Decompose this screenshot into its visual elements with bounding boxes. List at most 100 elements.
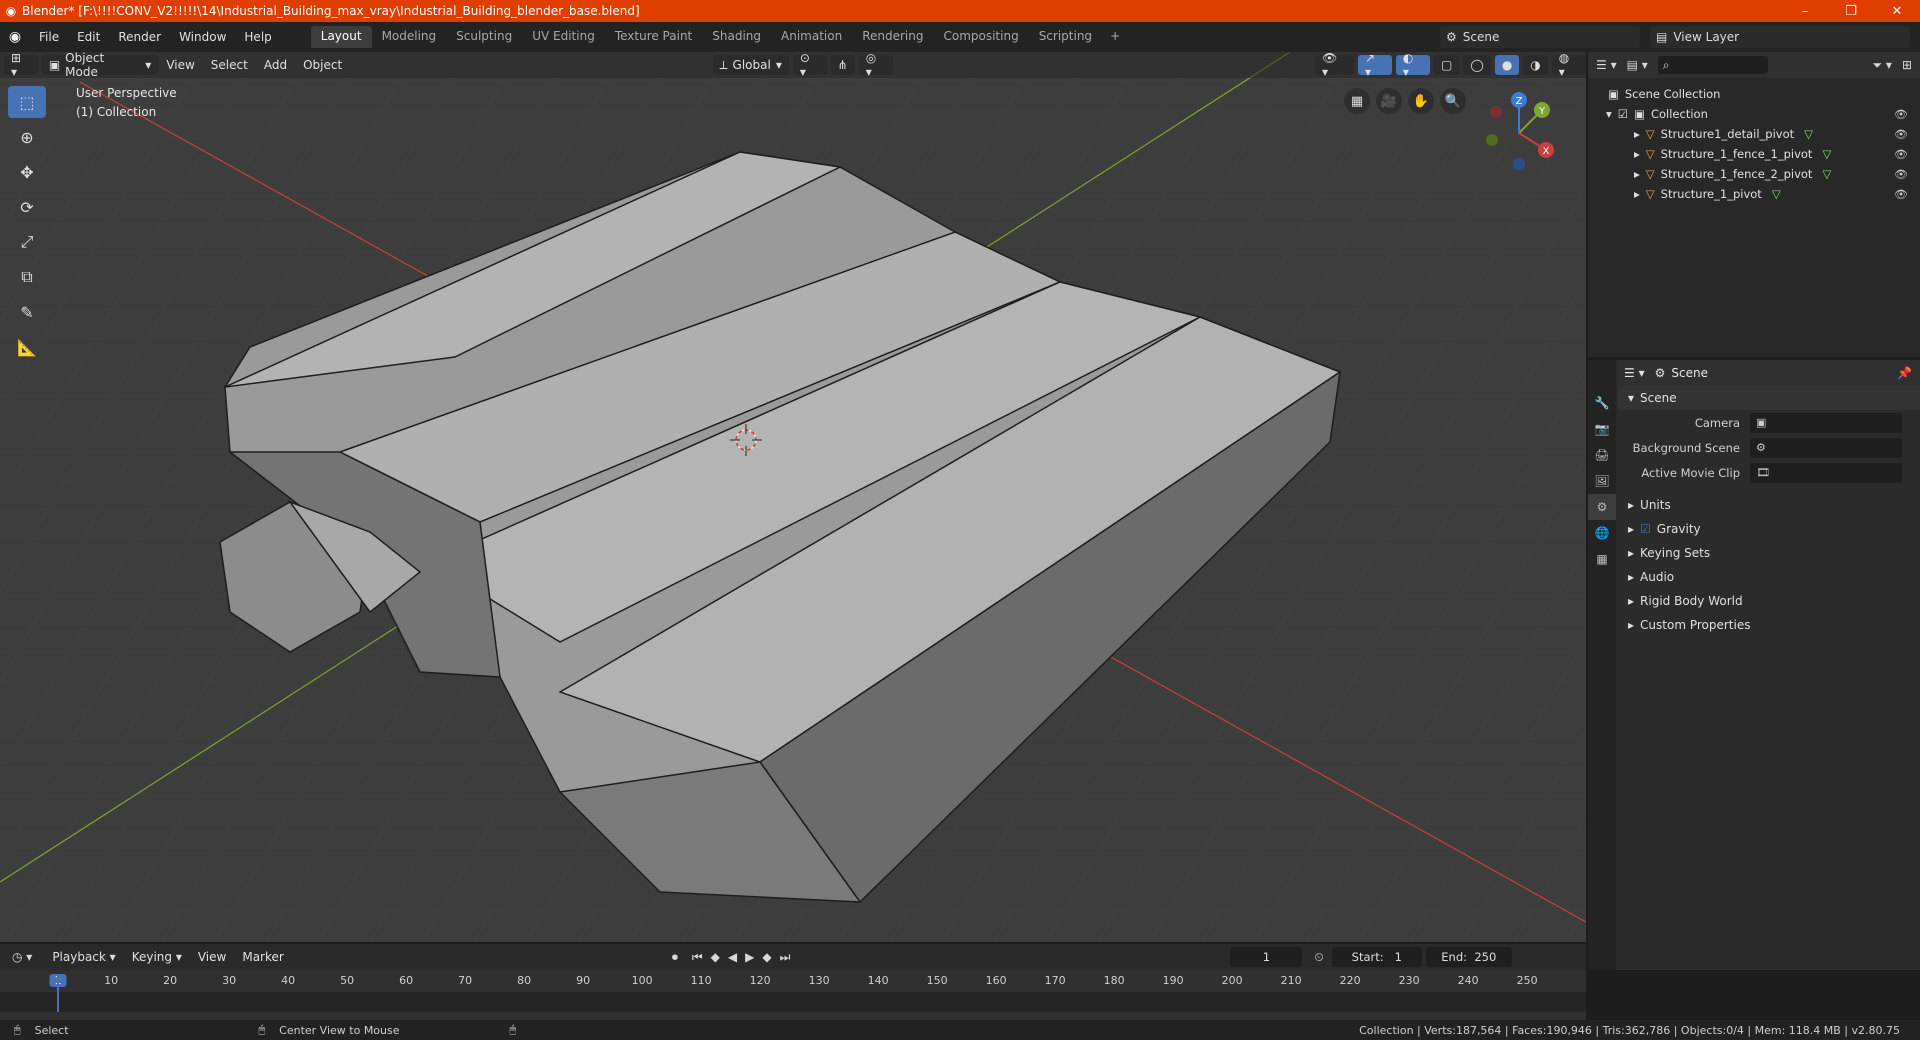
render-tab-icon[interactable]: 📷 <box>1588 416 1616 442</box>
measure-tool-icon[interactable]: 📐 <box>8 331 46 363</box>
shading-material-button[interactable]: ◑ <box>1523 55 1548 75</box>
outliner-scene-collection[interactable]: ▣ Scene Collection <box>1588 84 1920 104</box>
visibility-eye-icon[interactable]: 👁 <box>1894 108 1908 121</box>
transform-tool-icon[interactable]: ⧉ <box>8 261 46 293</box>
expand-arrow-icon[interactable]: ▸ <box>1634 147 1640 161</box>
close-button[interactable]: ✕ <box>1874 4 1920 19</box>
snap-toggle-button[interactable]: ⋔ <box>830 55 855 75</box>
select-box-icon[interactable]: ⬚ <box>8 86 46 118</box>
viewport-menu-add[interactable]: Add <box>256 58 295 72</box>
outliner-object[interactable]: ▸ ▽ Structure_1_fence_2_pivot ▽ 👁 <box>1588 164 1920 184</box>
prev-keyframe-icon[interactable]: ◆ <box>711 950 720 964</box>
menu-window[interactable]: Window <box>170 30 235 44</box>
object-mode-dropdown[interactable]: ▣ Object Mode ▾ <box>41 52 159 79</box>
tab-shading[interactable]: Shading <box>702 26 771 48</box>
jump-start-icon[interactable]: ⏮ <box>692 950 703 965</box>
outliner-collection[interactable]: ▾ ☑ ▣ Collection 👁 <box>1588 104 1920 124</box>
outliner-editor-icon[interactable]: ☰ ▾ <box>1596 58 1617 72</box>
scene-selector[interactable]: ⚙ Scene <box>1440 26 1640 48</box>
play-reverse-icon[interactable]: ◀ <box>728 950 737 964</box>
tool-tab-icon[interactable]: 🔧 <box>1588 390 1616 416</box>
output-tab-icon[interactable]: 🖨 <box>1588 442 1616 468</box>
visibility-eye-icon[interactable]: 👁 <box>1894 148 1908 161</box>
gravity-checkbox[interactable]: ☑ <box>1640 522 1651 536</box>
custom-properties-panel[interactable]: ▸ Custom Properties <box>1618 613 1920 637</box>
texture-tab-icon[interactable]: ▦ <box>1588 546 1616 572</box>
cursor-tool-icon[interactable]: ⊕ <box>8 121 46 153</box>
expand-arrow-icon[interactable]: ▾ <box>1606 107 1612 121</box>
camera-view-icon[interactable]: 🎥 <box>1376 88 1402 114</box>
timeline-menu-marker[interactable]: Marker <box>234 950 291 964</box>
add-workspace-icon[interactable]: + <box>1102 26 1128 48</box>
tab-modeling[interactable]: Modeling <box>372 26 447 48</box>
audio-panel[interactable]: ▸ Audio <box>1618 565 1920 589</box>
annotate-tool-icon[interactable]: ✎ <box>8 296 46 328</box>
collection-checkbox[interactable]: ☑ <box>1618 107 1628 121</box>
visibility-eye-icon[interactable]: 👁 <box>1894 128 1908 141</box>
transform-orientation-dropdown[interactable]: ⟂ Global ▾ <box>712 55 789 75</box>
new-collection-icon[interactable]: ⊞ <box>1902 58 1912 72</box>
rotate-tool-icon[interactable]: ⟳ <box>8 191 46 223</box>
tab-texture-paint[interactable]: Texture Paint <box>605 26 702 48</box>
tab-layout[interactable]: Layout <box>310 26 372 48</box>
expand-arrow-icon[interactable]: ▸ <box>1634 127 1640 141</box>
viewport-menu-object[interactable]: Object <box>295 58 350 72</box>
timeline-menu-playback[interactable]: Playback ▾ <box>44 950 123 964</box>
tab-animation[interactable]: Animation <box>771 26 852 48</box>
camera-field[interactable]: ▣ <box>1750 412 1902 433</box>
movie-clip-field[interactable]: 🎞 <box>1750 462 1902 483</box>
tab-compositing[interactable]: Compositing <box>933 26 1028 48</box>
view-layer-tab-icon[interactable]: 🖼 <box>1588 468 1616 494</box>
menu-help[interactable]: Help <box>235 30 280 44</box>
restore-button[interactable]: ❐ <box>1828 4 1874 19</box>
shading-rendered-button[interactable]: ◍ ▾ <box>1551 52 1586 79</box>
menu-file[interactable]: File <box>30 30 68 44</box>
expand-arrow-icon[interactable]: ▸ <box>1634 167 1640 181</box>
frame-ruler[interactable]: 1102030405060708090100110120130140150160… <box>0 974 1586 992</box>
expand-arrow-icon[interactable]: ▸ <box>1634 187 1640 201</box>
navigation-gizmo[interactable]: X Y Z <box>1474 88 1564 178</box>
viewport-menu-select[interactable]: Select <box>203 58 256 72</box>
scale-tool-icon[interactable]: ⤢ <box>8 226 46 258</box>
overlay-toggle-button[interactable]: ◐ ▾ <box>1395 52 1431 79</box>
world-tab-icon[interactable]: 🌐 <box>1588 520 1616 546</box>
gizmo-toggle-button[interactable]: ↗ ▾ <box>1358 52 1392 79</box>
jump-end-icon[interactable]: ⏭ <box>780 950 791 965</box>
visibility-eye-icon[interactable]: 👁 <box>1894 168 1908 181</box>
record-button[interactable]: ⏺ <box>672 950 678 965</box>
move-tool-icon[interactable]: ✥ <box>8 156 46 188</box>
grid-view-icon[interactable]: ▦ <box>1344 88 1370 114</box>
visibility-button[interactable]: 👁 ▾ <box>1315 52 1354 79</box>
next-keyframe-icon[interactable]: ◆ <box>762 950 771 964</box>
units-panel[interactable]: ▸ Units <box>1618 493 1920 517</box>
3d-viewport[interactable]: ⊞ ▾ ▣ Object Mode ▾ View Select Add Obje… <box>0 52 1586 942</box>
menu-render[interactable]: Render <box>109 30 170 44</box>
visibility-eye-icon[interactable]: 👁 <box>1894 188 1908 201</box>
search-input[interactable]: ⌕ <box>1657 56 1768 74</box>
end-frame-field[interactable]: End: 250 <box>1425 947 1512 967</box>
play-icon[interactable]: ▶ <box>745 950 754 964</box>
outliner-object[interactable]: ▸ ▽ Structure1_detail_pivot ▽ 👁 <box>1588 124 1920 144</box>
gravity-panel[interactable]: ▸ ☑ Gravity <box>1618 517 1920 541</box>
pivot-point-button[interactable]: ⊙ ▾ <box>792 52 827 79</box>
clock-icon[interactable]: ⏲ <box>1314 950 1323 965</box>
filter-icon[interactable]: ⏷ ▾ <box>1872 58 1891 73</box>
scene-tab-icon[interactable]: ⚙ <box>1588 494 1616 520</box>
pin-icon[interactable]: 📌 <box>1897 366 1912 380</box>
properties-editor-icon[interactable]: ☰ ▾ <box>1624 366 1645 380</box>
keying-sets-panel[interactable]: ▸ Keying Sets <box>1618 541 1920 565</box>
shading-solid-button[interactable]: ● <box>1494 55 1520 75</box>
timeline-track[interactable] <box>0 974 1586 1012</box>
scene-section-header[interactable]: ▾ Scene <box>1618 386 1920 410</box>
menu-edit[interactable]: Edit <box>68 30 109 44</box>
outliner-object[interactable]: ▸ ▽ Structure_1_pivot ▽ 👁 <box>1588 184 1920 204</box>
editor-type-button[interactable]: ⊞ ▾ <box>4 52 38 79</box>
tab-rendering[interactable]: Rendering <box>852 26 933 48</box>
timeline-menu-keying[interactable]: Keying ▾ <box>124 950 190 964</box>
timeline-menu-view[interactable]: View <box>190 950 234 964</box>
shading-wireframe-button[interactable]: ◯ <box>1463 55 1491 75</box>
start-frame-field[interactable]: Start: 1 <box>1331 947 1422 967</box>
tab-uv-editing[interactable]: UV Editing <box>522 26 605 48</box>
pan-hand-icon[interactable]: ✋ <box>1408 88 1434 114</box>
outliner-object[interactable]: ▸ ▽ Structure_1_fence_1_pivot ▽ 👁 <box>1588 144 1920 164</box>
